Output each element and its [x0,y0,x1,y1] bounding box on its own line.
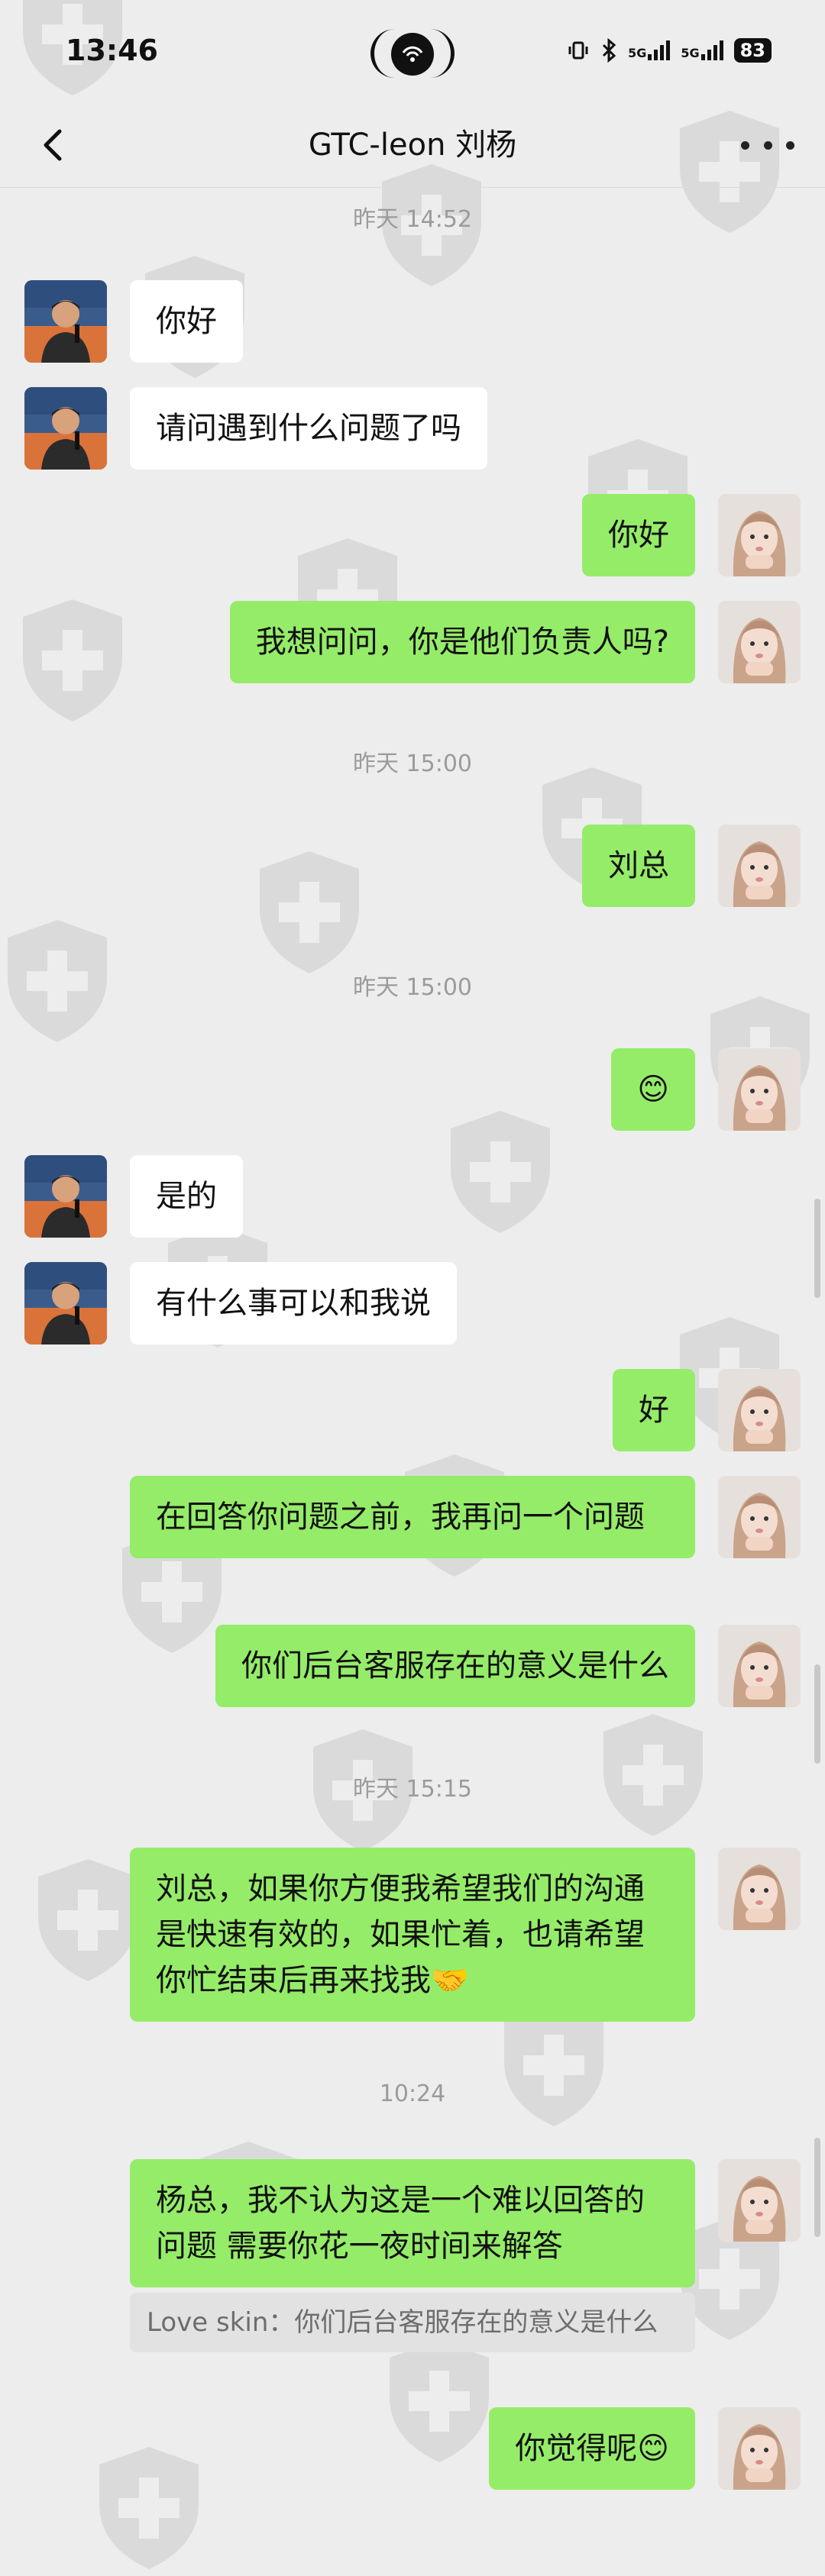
dynamic-island [370,29,455,78]
message-bubble-incoming[interactable]: 是的 [130,1155,243,1238]
scrollbar[interactable] [814,1199,820,1298]
message-bubble-outgoing[interactable]: 刘总，如果你方便我希望我们的沟通是快速有效的，如果忙着，也请希望你忙结束后再来找… [130,1848,695,2022]
quoted-message[interactable]: Love skin：你们后台客服存在的意义是什么 [130,2293,695,2352]
my-avatar[interactable] [718,1369,801,1451]
message-bubble-outgoing[interactable]: 杨总，我不认为这是一个难以回答的问题 需要你花一夜时间来解答 [130,2159,695,2287]
shield-cross-icon [252,847,367,980]
shield-cross-icon [31,1855,145,1988]
shield-cross-icon [15,596,130,728]
message-bubble-outgoing[interactable]: 好 [613,1369,695,1451]
more-dots-icon[interactable] [741,134,794,157]
my-avatar[interactable] [718,601,801,683]
my-avatar[interactable] [718,1848,801,1930]
contact-avatar[interactable] [24,280,107,363]
my-avatar[interactable] [718,1048,801,1131]
message-bubble-outgoing[interactable]: 我想问问，你是他们负责人吗? [229,601,695,683]
message-bubble-outgoing[interactable]: 😊 [611,1048,695,1131]
shield-cross-icon [443,1107,558,1240]
contact-avatar[interactable] [24,1262,107,1344]
timestamp: 昨天 15:15 [353,1776,472,1803]
message-bubble-incoming[interactable]: 请问遇到什么问题了吗 [130,387,487,470]
contact-avatar[interactable] [24,387,107,470]
my-avatar[interactable] [718,494,801,576]
shield-cross-icon [382,2336,497,2469]
chat-header: GTC-leon 刘杨 [0,103,825,188]
scrollbar[interactable] [814,1664,820,1764]
message-bubble-outgoing[interactable]: 在回答你问题之前，我再问一个问题 [130,1476,695,1558]
message-bubble-outgoing[interactable]: 刘总 [582,825,695,907]
my-avatar[interactable] [718,1476,801,1558]
status-bar: 13:46 5G 5G 83 [0,0,825,103]
vibrate-icon [568,41,588,60]
timestamp: 10:24 [379,2080,446,2107]
my-avatar[interactable] [718,2407,801,2490]
status-time: 13:46 [66,34,158,67]
my-avatar[interactable] [718,2159,801,2242]
signal-icon-2: 5G [681,40,723,60]
signal-icon: 5G [628,40,671,60]
bluetooth-icon [603,38,616,63]
timestamp: 昨天 15:00 [353,751,472,777]
battery-icon: 83 [733,38,772,63]
message-bubble-incoming[interactable]: 有什么事可以和我说 [130,1262,457,1344]
shield-cross-icon [92,2443,206,2576]
hotspot-icon [391,33,434,76]
message-bubble-outgoing[interactable]: 你觉得呢😊 [489,2407,695,2490]
scrollbar[interactable] [814,2138,820,2237]
my-avatar[interactable] [718,1625,801,1707]
timestamp: 昨天 15:00 [353,974,472,1001]
message-bubble-outgoing[interactable]: 你们后台客服存在的意义是什么 [215,1625,695,1707]
contact-avatar[interactable] [24,1155,107,1238]
status-icons: 5G 5G 83 [567,38,772,63]
timestamp: 昨天 14:52 [353,206,472,233]
message-bubble-outgoing[interactable]: 你好 [582,494,695,576]
my-avatar[interactable] [718,825,801,907]
message-bubble-incoming[interactable]: 你好 [130,280,243,363]
chat-title: GTC-leon 刘杨 [308,128,517,163]
